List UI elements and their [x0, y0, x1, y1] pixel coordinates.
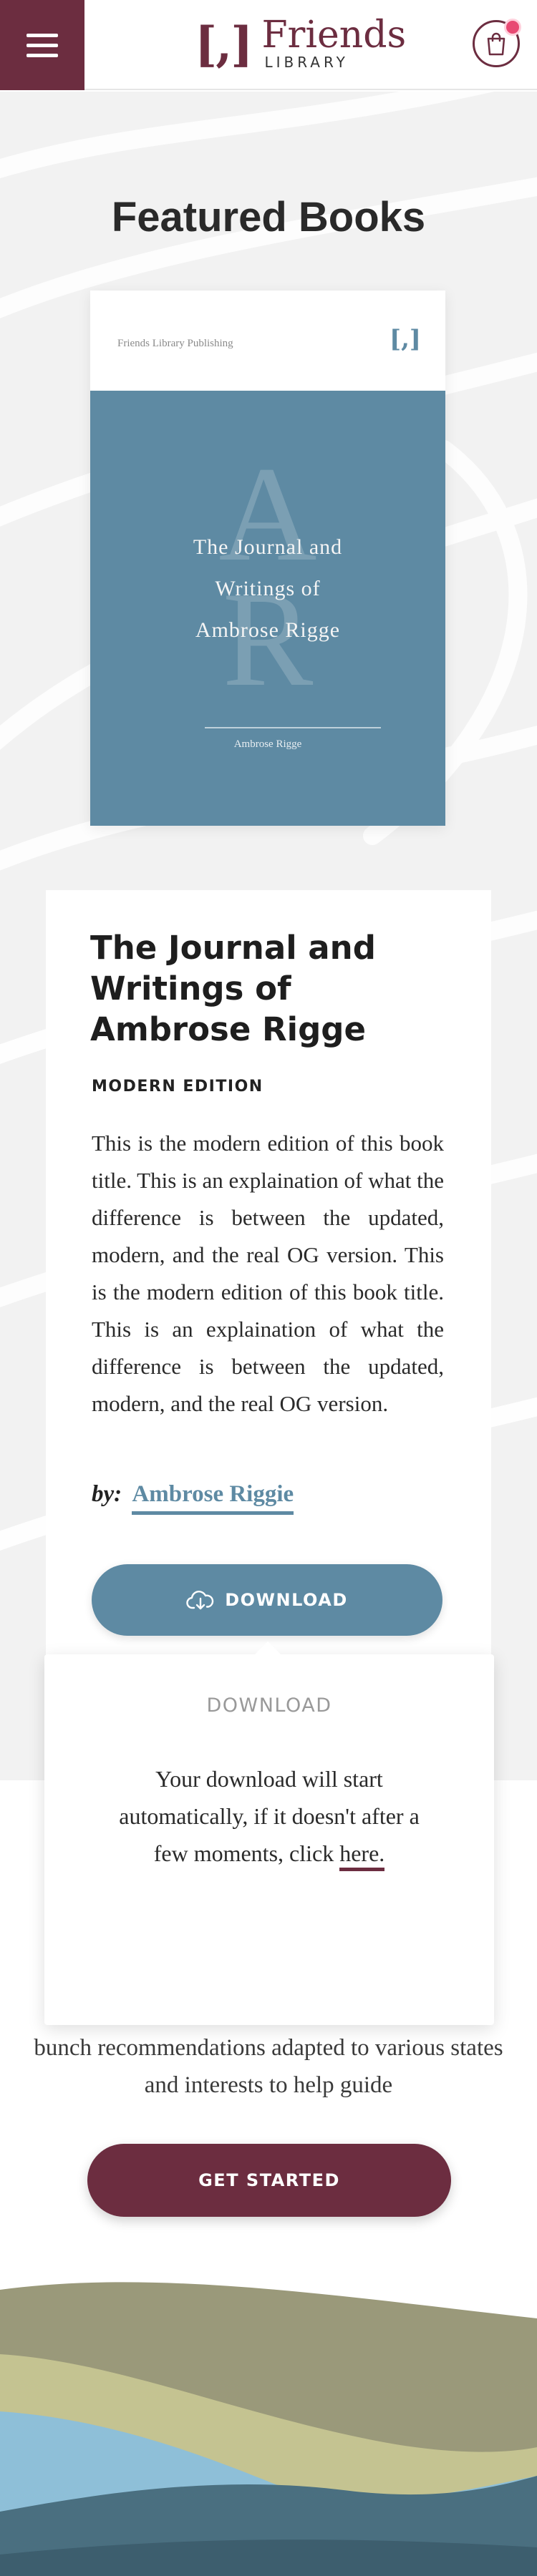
author-byline: by: Ambrose Riggie — [92, 1481, 294, 1515]
book-cover[interactable]: Friends Library Publishing [,] A R The J… — [90, 291, 445, 826]
download-button-label: DOWNLOAD — [225, 1590, 348, 1610]
popup-here-link[interactable]: here. — [339, 1840, 385, 1871]
cover-publisher: Friends Library Publishing — [117, 338, 233, 349]
site-logo[interactable]: [,] Friends LIBRARY — [195, 16, 406, 73]
book-title: The Journal and Writings of Ambrose Rigg… — [90, 929, 376, 1048]
cover-title: The Journal and Writings of Ambrose Rigg… — [90, 527, 445, 651]
popup-title: DOWNLOAD — [206, 1694, 332, 1717]
cover-title-line: Ambrose Rigge — [195, 618, 341, 642]
get-started-button[interactable]: GET STARTED — [87, 2144, 451, 2217]
cover-title-line: The Journal and — [193, 535, 343, 559]
book-description: This is the modern edition of this book … — [92, 1131, 444, 1416]
popup-arrow — [253, 1641, 282, 1656]
recommendations-text: bunch recommendations adapted to various… — [34, 2035, 503, 2098]
site-header: [,] Friends LIBRARY — [0, 0, 537, 90]
shopping-bag-icon — [487, 32, 505, 56]
download-popup: DOWNLOAD Your download will start automa… — [44, 1641, 494, 2025]
cart-button[interactable] — [473, 20, 520, 67]
logo-name: Friends — [261, 14, 407, 57]
cover-divider — [205, 727, 381, 728]
cloud-download-icon — [186, 1591, 214, 1610]
cover-title-line: Writings of — [215, 577, 321, 600]
cover-logo-mark: [,] — [389, 325, 421, 353]
cover-author: Ambrose Rigge — [233, 738, 302, 750]
cart-badge — [506, 21, 519, 34]
download-button[interactable]: DOWNLOAD — [92, 1564, 442, 1636]
hamburger-menu-icon[interactable] — [0, 0, 84, 90]
popup-message: Your download will start automatically, … — [105, 1760, 434, 1872]
logo-subtitle: LIBRARY — [264, 53, 349, 71]
edition-label: MODERN EDITION — [92, 1078, 263, 1096]
cover-artwork: A R The Journal and Writings of Ambrose … — [90, 391, 445, 826]
author-link[interactable]: Ambrose Riggie — [132, 1481, 294, 1515]
by-label: by: — [92, 1481, 122, 1507]
logo-mark: [,] — [195, 16, 253, 72]
landscape-illustration — [0, 2282, 537, 2576]
section-title: Featured Books — [111, 194, 426, 240]
